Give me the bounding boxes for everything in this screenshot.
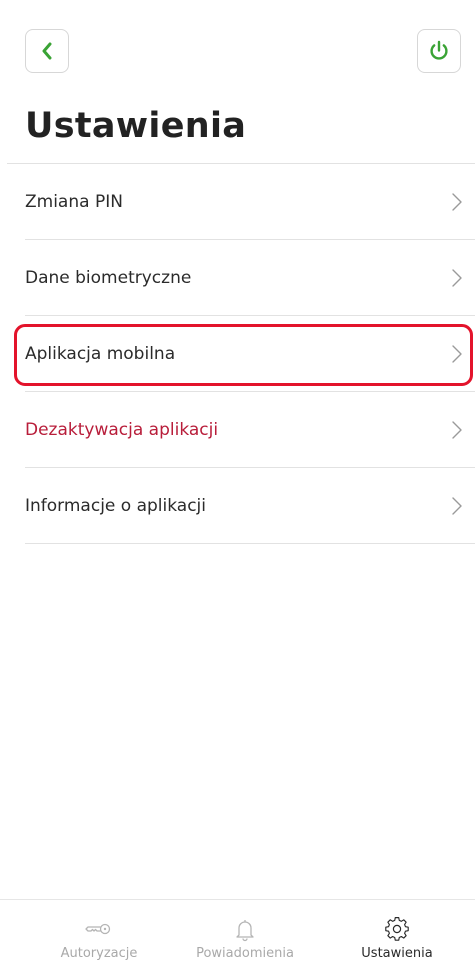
menu-item-label: Dezaktywacja aplikacji	[25, 419, 219, 440]
nav-item-notifications[interactable]: Powiadomienia	[166, 900, 324, 970]
menu-item-label: Zmiana PIN	[25, 191, 123, 212]
bell-icon	[236, 920, 254, 942]
menu-item-biometrics[interactable]: Dane biometryczne	[25, 240, 475, 316]
chevron-left-icon	[42, 42, 52, 60]
nav-label: Powiadomienia	[196, 946, 294, 961]
gear-icon	[385, 917, 409, 941]
menu-item-label: Informacje o aplikacji	[25, 495, 206, 516]
highlight-box	[14, 324, 473, 386]
back-button[interactable]	[25, 29, 69, 73]
chevron-right-icon	[452, 420, 462, 439]
power-button[interactable]	[417, 29, 461, 73]
menu-item-change-pin[interactable]: Zmiana PIN	[25, 164, 475, 240]
page-title: Ustawienia	[25, 106, 247, 146]
chevron-right-icon	[452, 496, 462, 515]
nav-label: Autoryzacje	[60, 946, 138, 961]
menu-item-deactivate-app[interactable]: Dezaktywacja aplikacji	[25, 392, 475, 468]
nav-item-settings[interactable]: Ustawienia	[318, 900, 475, 970]
key-icon	[85, 923, 111, 935]
nav-label: Ustawienia	[361, 946, 433, 961]
menu-item-label: Dane biometryczne	[25, 267, 192, 288]
chevron-right-icon	[452, 192, 462, 211]
nav-item-authorizations[interactable]: Autoryzacje	[20, 900, 178, 970]
menu-item-app-info[interactable]: Informacje o aplikacji	[25, 468, 475, 544]
power-icon	[430, 40, 448, 60]
bottom-nav: Autoryzacje Powiadomienia Ustawienia	[0, 899, 475, 970]
chevron-right-icon	[452, 268, 462, 287]
